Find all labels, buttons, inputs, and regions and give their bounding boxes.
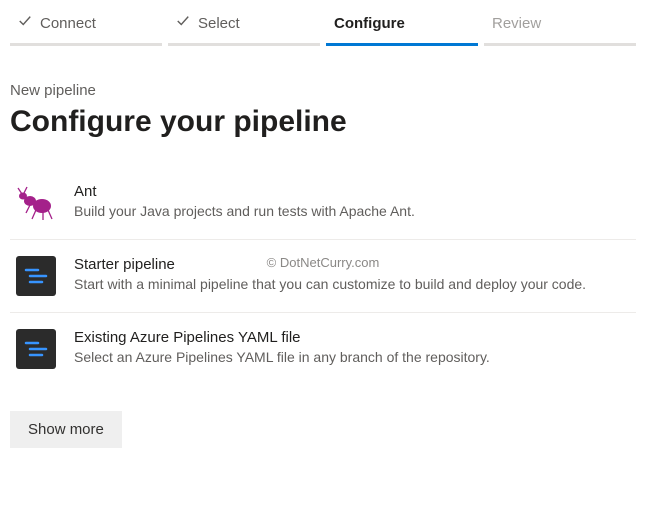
step-connect[interactable]: Connect [10,8,162,46]
template-description: Build your Java projects and run tests w… [74,203,630,219]
ant-icon [16,183,56,223]
template-list: Ant Build your Java projects and run tes… [10,167,636,385]
template-title: Ant [74,183,630,200]
yaml-icon [16,329,56,369]
step-label: Configure [334,15,405,32]
step-review[interactable]: Review [484,8,636,46]
step-select[interactable]: Select [168,8,320,46]
template-ant[interactable]: Ant Build your Java projects and run tes… [10,167,636,239]
yaml-icon [16,256,56,296]
wizard-stepper: Connect Select Configure Review [10,8,636,46]
template-existing-yaml[interactable]: Existing Azure Pipelines YAML file Selec… [10,312,636,385]
breadcrumb: New pipeline [10,82,636,99]
template-title: Starter pipeline [74,256,630,273]
check-icon [18,14,32,33]
show-more-button[interactable]: Show more [10,411,122,448]
page-title: Configure your pipeline [10,105,636,139]
step-label: Review [492,15,541,32]
step-label: Connect [40,15,96,32]
template-starter-pipeline[interactable]: Starter pipeline Start with a minimal pi… [10,239,636,312]
step-label: Select [198,15,240,32]
check-icon [176,14,190,33]
template-title: Existing Azure Pipelines YAML file [74,329,630,346]
template-description: Select an Azure Pipelines YAML file in a… [74,349,630,365]
template-description: Start with a minimal pipeline that you c… [74,276,630,292]
step-configure[interactable]: Configure [326,8,478,46]
